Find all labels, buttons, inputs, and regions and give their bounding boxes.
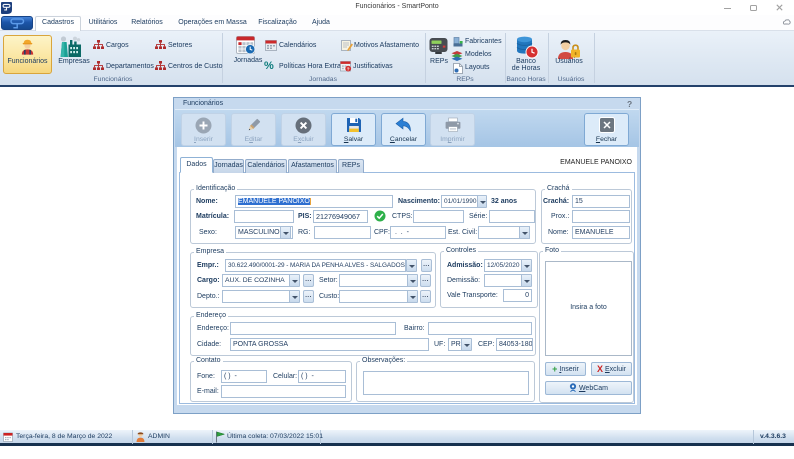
svg-text:?: ? [347, 67, 350, 72]
